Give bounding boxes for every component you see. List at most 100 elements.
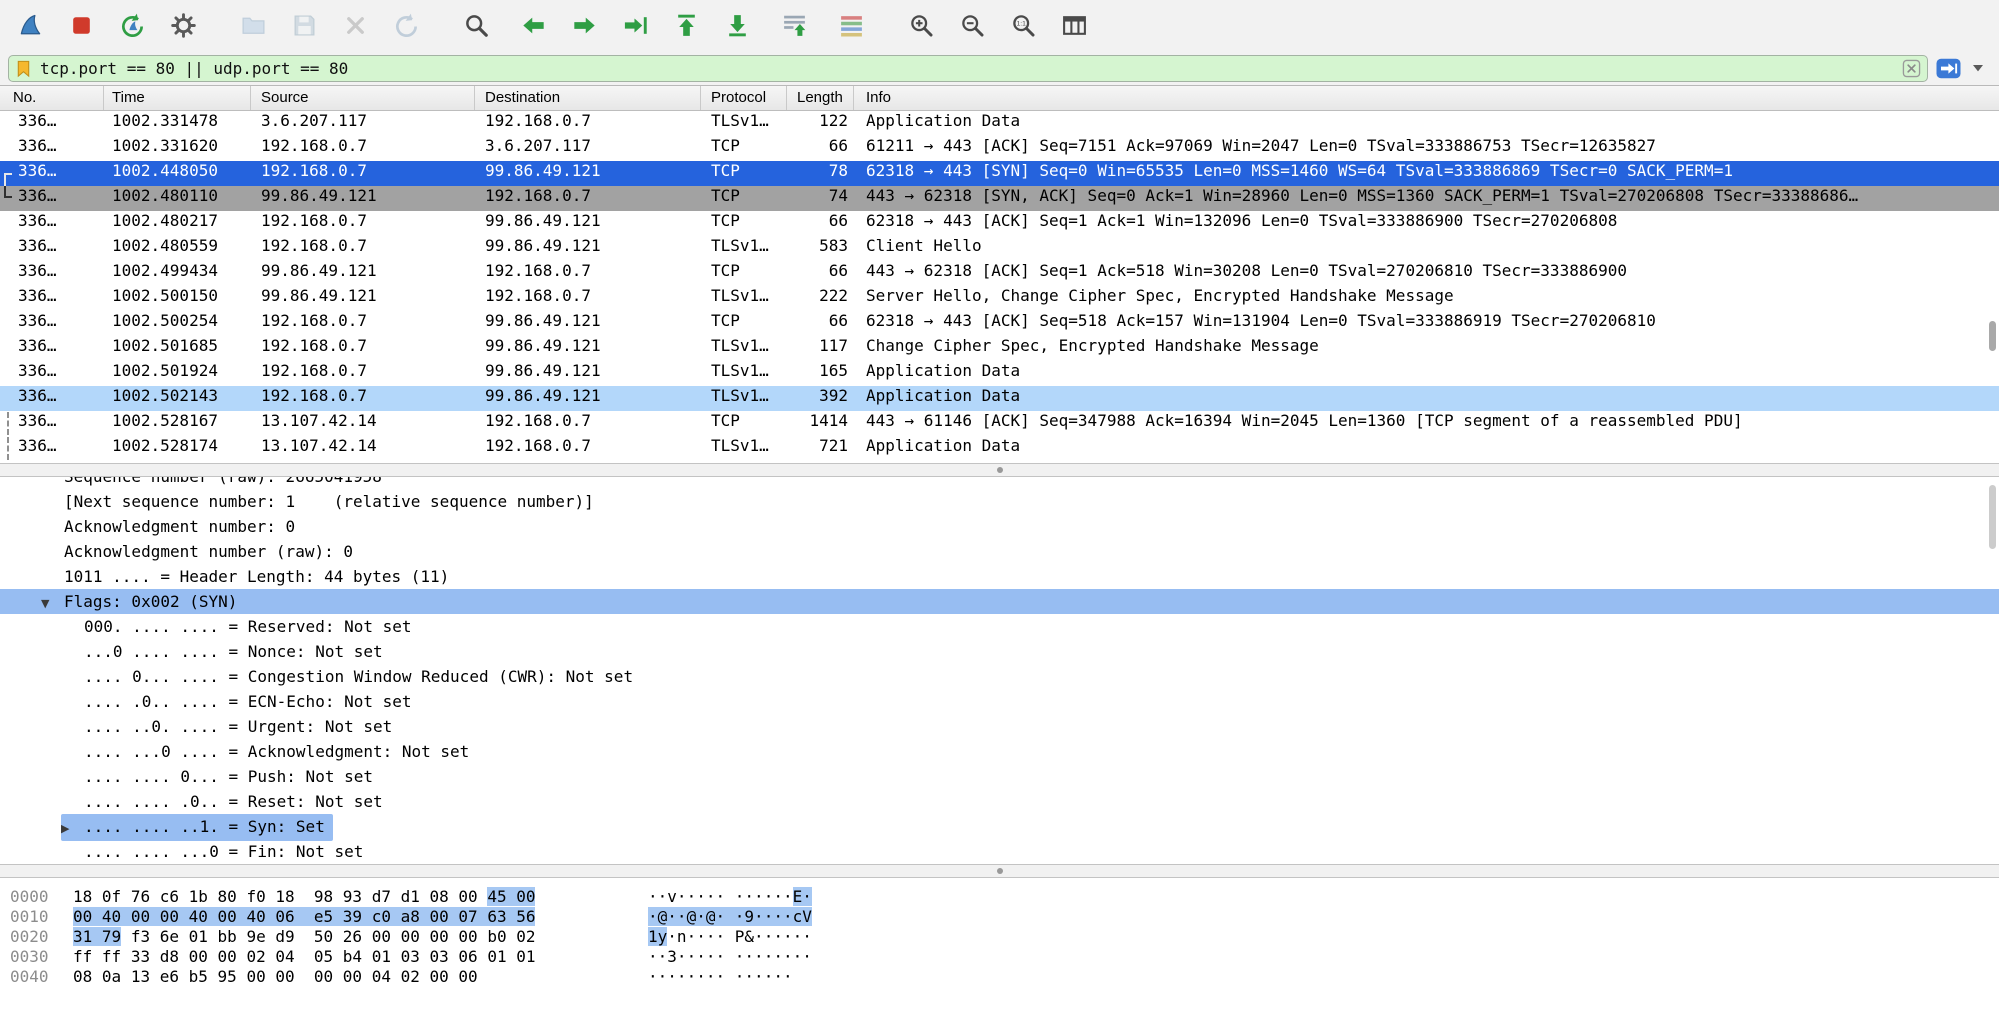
display-filter-input[interactable]: tcp.port == 80 || udp.port == 80 [8, 55, 1928, 82]
capture-options-button[interactable] [166, 9, 200, 43]
packet-row[interactable]: 336…1002.480559192.168.0.799.86.49.121TL… [0, 236, 1999, 261]
packet-row[interactable]: 336…1002.52816713.107.42.14192.168.0.7TC… [0, 411, 1999, 436]
hex-row[interactable]: 004008 0a 13 e6 b5 95 00 00 00 00 04 02 … [0, 967, 1999, 987]
detail-text: 000. .... .... = Reserved: Not set [84, 617, 412, 636]
detail-row[interactable]: .... .... .0.. = Reset: Not set [0, 789, 1999, 814]
packet-row[interactable]: 336…1002.3314783.6.207.117192.168.0.7TLS… [0, 111, 1999, 136]
expander-collapsed-icon[interactable]: ▶ [61, 816, 84, 841]
detail-row[interactable]: Acknowledgment number (raw): 0 [0, 539, 1999, 564]
splitter-handle-icon [997, 467, 1003, 473]
cell-destination: 192.168.0.7 [475, 111, 701, 136]
detail-row[interactable]: 000. .... .... = Reserved: Not set [0, 614, 1999, 639]
wireshark-fin-icon [17, 12, 44, 39]
hex-row[interactable]: 001000 40 00 00 40 00 40 06 e5 39 c0 a8 … [0, 907, 1999, 927]
packet-row[interactable]: 336…1002.502143192.168.0.799.86.49.121TL… [0, 386, 1999, 411]
cell-destination: 99.86.49.121 [475, 236, 701, 261]
filter-bookmark-icon[interactable] [14, 59, 33, 78]
start-capture-button[interactable] [13, 9, 47, 43]
filter-apply-icon[interactable] [1936, 58, 1961, 79]
filter-dropdown-chevron[interactable] [1969, 56, 1987, 80]
go-forward-button[interactable] [567, 9, 601, 43]
zoom-in-icon [908, 12, 935, 39]
hex-row[interactable]: 000018 0f 76 c6 1b 80 f0 18 98 93 d7 d1 … [0, 887, 1999, 907]
cell-destination: 192.168.0.7 [475, 261, 701, 286]
pane-splitter-top[interactable] [0, 463, 1999, 477]
hex-row[interactable]: 0030ff ff 33 d8 00 00 02 04 05 b4 01 03 … [0, 947, 1999, 967]
packet-row[interactable]: 336…1002.480217192.168.0.799.86.49.121TC… [0, 211, 1999, 236]
related-packet-mark [7, 412, 9, 435]
cell-no: 336… [0, 211, 104, 236]
stop-capture-button[interactable] [64, 9, 98, 43]
packet-row[interactable]: 336…1002.48011099.86.49.121192.168.0.7TC… [0, 186, 1999, 211]
packet-list: 336…1002.3314783.6.207.117192.168.0.7TLS… [0, 111, 1999, 463]
cell-source: 192.168.0.7 [251, 311, 475, 336]
packet-row[interactable]: 336…1002.52817413.107.42.14192.168.0.7TL… [0, 436, 1999, 461]
cell-source: 13.107.42.14 [251, 436, 475, 461]
restart-capture-button[interactable] [115, 9, 149, 43]
cell-no: 336… [0, 261, 104, 286]
close-file-button[interactable] [338, 9, 372, 43]
hex-offset: 0040 [0, 967, 63, 987]
column-header-info[interactable]: Info [854, 86, 1999, 110]
auto-scroll-button[interactable] [777, 9, 811, 43]
column-header-time[interactable]: Time [104, 86, 251, 110]
hex-offset: 0000 [0, 887, 63, 907]
packet-row[interactable]: 336…1002.49943499.86.49.121192.168.0.7TC… [0, 261, 1999, 286]
column-header-source[interactable]: Source [251, 86, 475, 110]
detail-row[interactable]: .... ...0 .... = Acknowledgment: Not set [0, 739, 1999, 764]
packet-row[interactable]: 336…1002.501924192.168.0.799.86.49.121TL… [0, 361, 1999, 386]
display-filter-value[interactable]: tcp.port == 80 || udp.port == 80 [40, 59, 1895, 78]
save-file-button[interactable] [287, 9, 321, 43]
packet-row[interactable]: 336…1002.448050192.168.0.799.86.49.121TC… [0, 161, 1999, 186]
column-header-destination[interactable]: Destination [475, 86, 701, 110]
packet-row[interactable]: 336…1002.331620192.168.0.73.6.207.117TCP… [0, 136, 1999, 161]
go-back-button[interactable] [516, 9, 550, 43]
packet-row[interactable]: 336…1002.501685192.168.0.799.86.49.121TL… [0, 336, 1999, 361]
detail-row[interactable]: ▶.... .... ..1. = Syn: Set [0, 814, 1999, 839]
column-header-length[interactable]: Length [787, 86, 854, 110]
detail-row[interactable]: .... .... ...0 = Fin: Not set [0, 839, 1999, 864]
cell-info: 61211 → 443 [ACK] Seq=7151 Ack=97069 Win… [854, 136, 1999, 161]
column-header-protocol[interactable]: Protocol [701, 86, 787, 110]
resize-columns-button[interactable] [1057, 9, 1091, 43]
detail-row[interactable]: ▼Flags: 0x002 (SYN) [0, 589, 1999, 614]
cell-time: 1002.499434 [104, 261, 251, 286]
detail-row[interactable]: 1011 .... = Header Length: 44 bytes (11) [0, 564, 1999, 589]
expander-open-icon[interactable]: ▼ [41, 591, 64, 616]
detail-row[interactable]: .... .0.. .... = ECN-Echo: Not set [0, 689, 1999, 714]
zoom-out-button[interactable] [955, 9, 989, 43]
hex-row[interactable]: 002031 79 f3 6e 01 bb 9e d9 50 26 00 00 … [0, 927, 1999, 947]
open-file-button[interactable] [236, 9, 270, 43]
cell-protocol: TCP [701, 186, 787, 211]
detail-row[interactable]: Acknowledgment number: 0 [0, 514, 1999, 539]
cell-source: 192.168.0.7 [251, 336, 475, 361]
pane-splitter-bottom[interactable] [0, 864, 1999, 878]
zoom-reset-button[interactable]: 1:1 [1006, 9, 1040, 43]
detail-row[interactable]: .... .... 0... = Push: Not set [0, 764, 1999, 789]
cell-destination: 99.86.49.121 [475, 386, 701, 411]
filter-clear-icon[interactable] [1902, 59, 1921, 78]
detail-row[interactable]: .... 0... .... = Congestion Window Reduc… [0, 664, 1999, 689]
colorize-button[interactable] [834, 9, 868, 43]
go-first-button[interactable] [669, 9, 703, 43]
hex-bytes: 18 0f 76 c6 1b 80 f0 18 98 93 d7 d1 08 0… [63, 887, 648, 907]
packet-row[interactable]: 336…1002.500254192.168.0.799.86.49.121TC… [0, 311, 1999, 336]
detail-row[interactable]: Sequence number (raw): 2665041958 [0, 477, 1999, 489]
reload-file-button[interactable] [389, 9, 423, 43]
go-last-button[interactable] [720, 9, 754, 43]
detail-row[interactable]: ...0 .... .... = Nonce: Not set [0, 639, 1999, 664]
zoom-in-button[interactable] [904, 9, 938, 43]
gear-icon [170, 12, 197, 39]
go-to-packet-button[interactable] [618, 9, 652, 43]
detail-row[interactable]: [Next sequence number: 1 (relative seque… [0, 489, 1999, 514]
column-header-no[interactable]: No. [0, 86, 104, 110]
detail-row[interactable]: .... ..0. .... = Urgent: Not set [0, 714, 1999, 739]
details-scrollbar[interactable] [1989, 485, 1996, 549]
cell-protocol: TCP [701, 211, 787, 236]
cell-info: 62318 → 443 [SYN] Seq=0 Win=65535 Len=0 … [854, 161, 1999, 186]
reload-icon [393, 12, 420, 39]
cell-time: 1002.480559 [104, 236, 251, 261]
find-packet-button[interactable] [459, 9, 493, 43]
packet-row[interactable]: 336…1002.50015099.86.49.121192.168.0.7TL… [0, 286, 1999, 311]
cell-time: 1002.331620 [104, 136, 251, 161]
